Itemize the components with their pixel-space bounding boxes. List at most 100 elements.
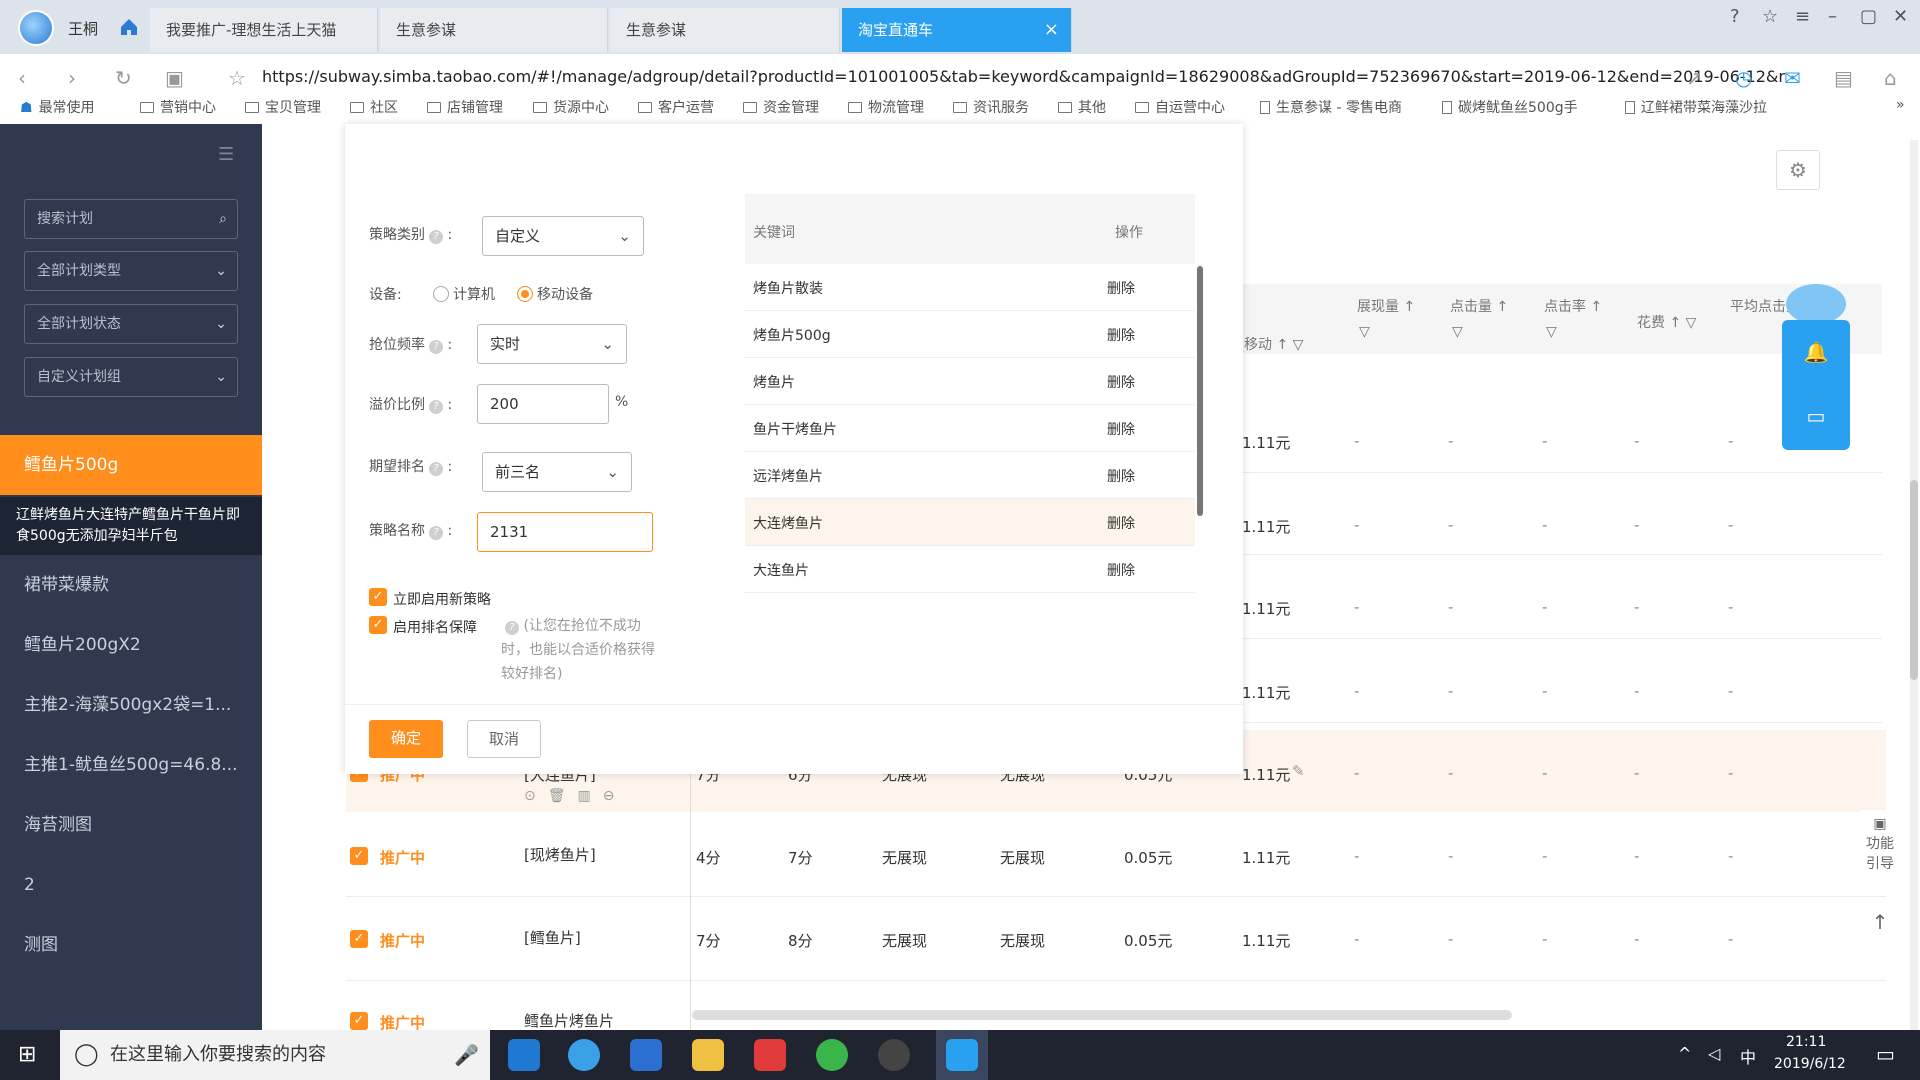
delete-link[interactable]: 删除 — [1107, 278, 1135, 298]
tab-zhitongche[interactable]: 淘宝直通车 × — [842, 8, 1072, 52]
notification-icon[interactable]: ▭ — [1876, 1042, 1895, 1066]
skin-icon[interactable]: ☆ — [1762, 6, 1778, 27]
radio-icon[interactable] — [433, 286, 449, 302]
wps-icon[interactable] — [630, 1039, 662, 1071]
sidebar-item[interactable]: 海苔测图 — [0, 795, 262, 855]
volume-icon[interactable]: ◁ — [1708, 1044, 1720, 1063]
row-checkbox[interactable]: ✓ — [350, 930, 368, 948]
minimize-icon[interactable]: – — [1828, 6, 1837, 27]
home-icon[interactable] — [118, 16, 140, 38]
bookmark-page[interactable]: 碳烤鱿鱼丝500g手 — [1442, 97, 1578, 117]
delete-link[interactable]: 删除 — [1107, 466, 1135, 486]
sidebar-item-cod-500g[interactable]: 鳕鱼片500g — [0, 435, 262, 495]
tab-promotion[interactable]: 我要推广-理想生活上天猫 — [150, 8, 378, 52]
premium-input[interactable]: 200 — [477, 384, 609, 424]
bookmark-folder[interactable]: 货源中心 — [533, 97, 609, 117]
active-app-slot[interactable] — [936, 1030, 988, 1080]
header-ctr[interactable]: 点击率 ↑ — [1544, 296, 1602, 316]
enable-now-checkbox[interactable]: ✓ — [369, 588, 387, 606]
delete-link[interactable]: 删除 — [1107, 513, 1135, 533]
sidebar-item[interactable]: 裙带菜爆款 — [0, 555, 262, 615]
close-window-icon[interactable]: ✕ — [1893, 6, 1908, 27]
ie-browser-icon[interactable] — [568, 1039, 600, 1071]
bookmark-folder[interactable]: 资讯服务 — [953, 97, 1029, 117]
filter-icon[interactable]: ▽ — [1452, 324, 1463, 340]
microphone-icon[interactable]: 🎤 — [454, 1030, 479, 1080]
sidebar-item[interactable]: 测图 — [0, 915, 262, 975]
header-mobile[interactable]: 移动 ↑ ▽ — [1244, 334, 1303, 354]
help-icon[interactable]: ? — [429, 230, 443, 244]
help-icon[interactable]: ? — [429, 462, 443, 476]
history-icon[interactable]: ◷ — [1735, 66, 1752, 90]
cancel-button[interactable]: 取消 — [467, 720, 541, 758]
sidebar-sub-item[interactable]: 辽鲜烤鱼片大连特产鳕鱼片干鱼片即食500g无添加孕妇半斤包 — [0, 497, 262, 555]
maximize-icon[interactable]: ▢ — [1860, 6, 1877, 27]
page-icon[interactable]: ▣ — [165, 66, 184, 90]
device-pc-radio[interactable]: 计算机 — [433, 284, 495, 304]
frequency-select[interactable]: 实时 ⌄ — [477, 324, 627, 364]
horizontal-scrollbar[interactable] — [692, 1010, 1512, 1020]
plan-group-select[interactable]: 自定义计划组 ⌄ — [24, 357, 238, 397]
clock-time[interactable]: 21:11 — [1786, 1034, 1826, 1050]
sidebar-item[interactable]: 鳕鱼片200gX2 — [0, 615, 262, 675]
delete-link[interactable]: 删除 — [1107, 325, 1135, 345]
reader-icon[interactable]: ▤ — [1834, 66, 1853, 90]
refresh-icon[interactable]: ↻ — [115, 66, 132, 90]
filter-icon[interactable]: ▽ — [1359, 324, 1370, 340]
delete-link[interactable]: 删除 — [1107, 419, 1135, 439]
row-action-icons[interactable]: ⊙🗑▥⊖ — [524, 788, 626, 804]
bookmark-star-icon[interactable]: ☆ — [228, 66, 246, 90]
tab-business-advisor-1[interactable]: 生意参谋 — [380, 8, 608, 52]
message-icon[interactable]: ▭ — [1782, 404, 1850, 428]
bookmark-folder[interactable]: 社区 — [350, 97, 398, 117]
mascot-icon[interactable] — [1786, 284, 1846, 324]
header-impressions[interactable]: 展现量 ↑ — [1357, 296, 1415, 316]
search-icon[interactable]: ⌕ — [219, 200, 227, 238]
mail-icon[interactable]: ✉ — [1784, 66, 1801, 90]
plan-status-select[interactable]: 全部计划状态 ⌄ — [24, 304, 238, 344]
bookmark-folder[interactable]: 客户运营 — [638, 97, 714, 117]
bookmark-most-used[interactable]: ☗ 最常使用 — [20, 97, 95, 117]
strategy-name-input[interactable]: 2131 — [477, 512, 653, 552]
wechat-icon[interactable] — [816, 1039, 848, 1071]
back-icon[interactable]: ‹ — [18, 66, 26, 90]
header-clicks[interactable]: 点击量 ↑ — [1450, 296, 1508, 316]
forward-icon[interactable]: › — [68, 66, 76, 90]
bookmark-folder[interactable]: 宝贝管理 — [245, 97, 321, 117]
bookmark-folder[interactable]: 其他 — [1058, 97, 1106, 117]
collapse-icon[interactable]: ☰ — [218, 144, 234, 165]
delete-link[interactable]: 删除 — [1107, 560, 1135, 580]
rank-select[interactable]: 前三名 ⌄ — [482, 452, 632, 492]
bookmark-folder[interactable]: 物流管理 — [848, 97, 924, 117]
url-field[interactable]: https://subway.simba.taobao.com/#!/manag… — [262, 67, 1785, 86]
help-icon[interactable]: ? — [1730, 6, 1740, 27]
feature-guide-button[interactable]: ▣ 功能引导 — [1860, 810, 1900, 890]
more-bookmarks-icon[interactable]: » — [1896, 97, 1905, 113]
lock-icon[interactable]: ⌂ — [1884, 66, 1897, 90]
rank-guarantee-checkbox[interactable]: ✓ — [369, 616, 387, 634]
plan-type-select[interactable]: 全部计划类型 ⌄ — [24, 251, 238, 291]
sidebar-item[interactable]: 主推1-鱿鱼丝500g=46.8... — [0, 735, 262, 795]
scroll-top-icon[interactable]: ↑ — [1860, 910, 1900, 950]
xmind-icon[interactable] — [754, 1039, 786, 1071]
taskbar-search-input[interactable]: ◯ 在这里输入你要搜索的内容 🎤 — [60, 1030, 490, 1080]
page-scrollbar[interactable] — [1910, 140, 1918, 1040]
radio-selected-icon[interactable] — [517, 286, 533, 302]
share-icon[interactable]: ↗ — [1686, 66, 1703, 90]
confirm-button[interactable]: 确定 — [369, 720, 443, 758]
file-explorer-icon[interactable] — [692, 1039, 724, 1071]
windows-start-icon[interactable]: ⊞ — [18, 1042, 36, 1067]
help-icon[interactable]: ? — [429, 526, 443, 540]
edge-browser-icon[interactable] — [508, 1039, 540, 1071]
keyword-list-scrollbar[interactable] — [1197, 266, 1203, 516]
help-icon[interactable]: ? — [429, 340, 443, 354]
tray-chevron-icon[interactable]: ^ — [1678, 1044, 1691, 1063]
bookmark-folder[interactable]: 店铺管理 — [427, 97, 503, 117]
bell-icon[interactable]: 🔔 — [1782, 340, 1850, 364]
sidebar-item[interactable]: 2 — [0, 855, 262, 915]
delete-link[interactable]: 删除 — [1107, 372, 1135, 392]
close-tab-icon[interactable]: × — [1044, 8, 1059, 52]
clock-date[interactable]: 2019/6/12 — [1774, 1056, 1846, 1072]
bookmark-folder[interactable]: 自运营中心 — [1135, 97, 1225, 117]
sidebar-item[interactable]: 主推2-海藻500gx2袋=1... — [0, 675, 262, 735]
